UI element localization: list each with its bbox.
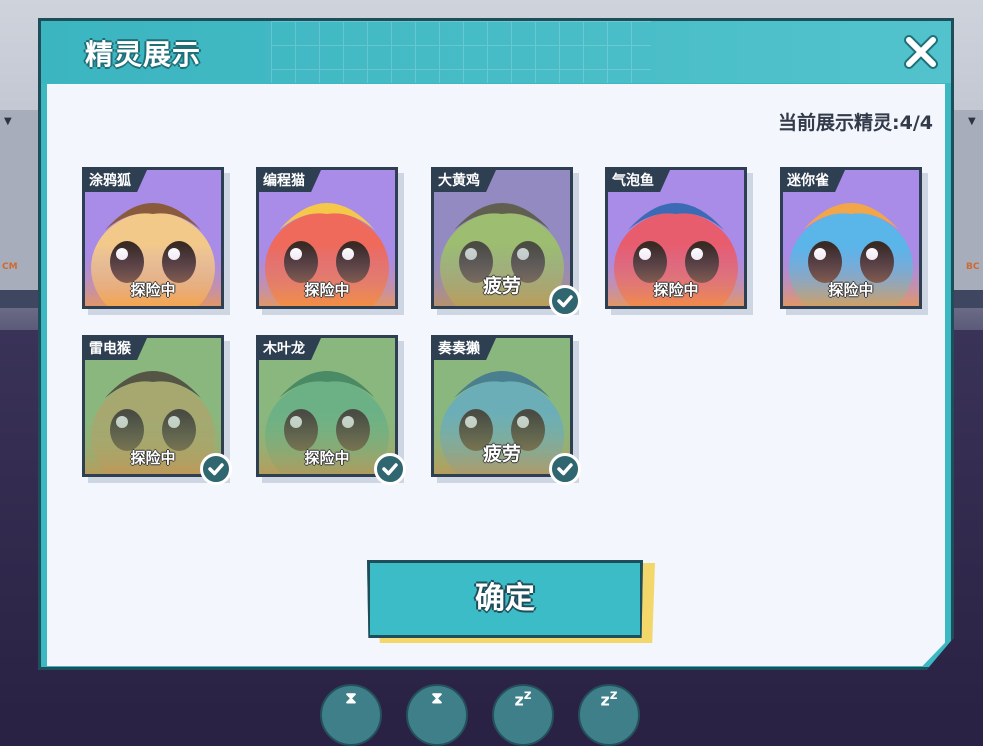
background-tag-right: BC: [966, 262, 980, 272]
sprite-name-tag: 大黄鸡: [434, 170, 496, 192]
close-icon: [904, 35, 938, 69]
modal-title: 精灵展示: [85, 38, 202, 71]
sleep-icon: zz: [578, 684, 640, 746]
sprite-card[interactable]: 气泡鱼探险中: [605, 167, 747, 309]
sprite-display-modal: 精灵展示 当前展示精灵:4/4 涂鸦狐 探险中 编程猫 探险中 大黄鸡 疲劳 气泡鱼 探险中迷…: [38, 18, 954, 670]
modal-body: 当前展示精灵:4/4 涂鸦狐 探险中 编程猫 探险中 大黄鸡 疲劳 气泡鱼 探险中 迷你雀 探险中…: [47, 84, 945, 666]
modal-header: 精灵展示: [41, 21, 951, 83]
selected-check-icon: [200, 453, 232, 485]
hourglass-icon: ⧗: [320, 684, 382, 746]
sprite-name-tag: 迷你雀: [783, 170, 845, 192]
background-tag-left: CM: [2, 262, 18, 272]
sprite-name-tag: 木叶龙: [259, 338, 321, 360]
selected-check-icon: [374, 453, 406, 485]
close-button[interactable]: [901, 32, 941, 72]
sprite-status-label: 探险中: [304, 281, 350, 299]
sleep-icon: zz: [492, 684, 554, 746]
sprite-card[interactable]: 迷你雀探险中: [780, 167, 922, 309]
sprite-status-label: 探险中: [130, 281, 176, 299]
sprite-name-tag: 奏奏獭: [434, 338, 496, 360]
background-triangle-icon: ▼: [4, 116, 12, 127]
sprite-status-label: 探险中: [828, 281, 874, 299]
sprite-name-tag: 雷电猴: [85, 338, 147, 360]
confirm-button[interactable]: 确定: [367, 560, 643, 638]
header-grid-pattern: [271, 21, 651, 83]
selected-check-icon: [549, 453, 581, 485]
confirm-button-label: 确定: [475, 581, 535, 616]
hourglass-icon: ⧗: [406, 684, 468, 746]
sprite-name-tag: 编程猫: [259, 170, 321, 192]
display-count-label: 当前展示精灵:4/4: [778, 112, 933, 134]
sprite-card[interactable]: 编程猫探险中: [256, 167, 398, 309]
sprite-name-tag: 涂鸦狐: [85, 170, 147, 192]
sprite-card[interactable]: 涂鸦狐探险中: [82, 167, 224, 309]
background-triangle-icon: ▼: [968, 116, 976, 127]
selected-check-icon: [549, 285, 581, 317]
sprite-name-tag: 气泡鱼: [608, 170, 670, 192]
sprite-status-label: 探险中: [653, 281, 699, 299]
